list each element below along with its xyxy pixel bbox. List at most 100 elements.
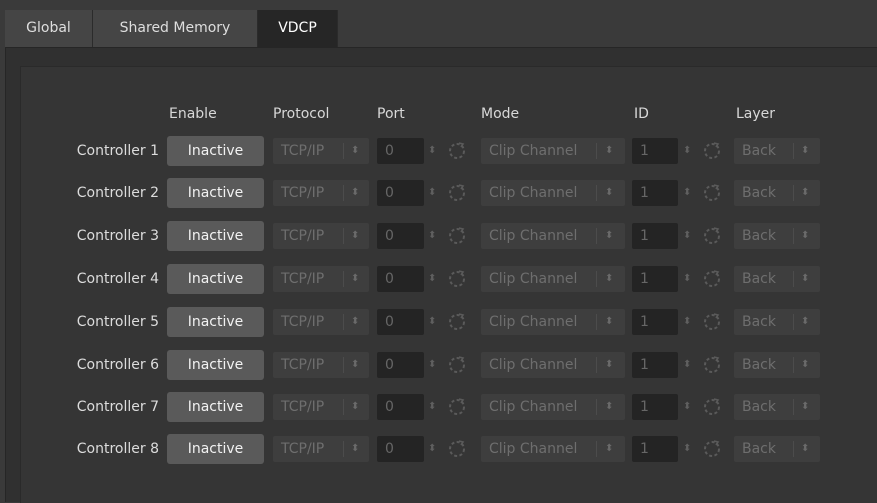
port-input[interactable]: 0 (377, 436, 424, 462)
protocol-combobox[interactable]: TCP/IP ⬍ (273, 266, 369, 292)
port-stepper-icon[interactable]: ⬍ (428, 138, 436, 164)
port-input[interactable]: 0 (377, 266, 424, 292)
enable-button[interactable]: Inactive (167, 136, 264, 166)
id-reset-icon[interactable] (702, 141, 722, 161)
tab-vdcp[interactable]: VDCP (258, 10, 338, 47)
id-reset-icon[interactable] (702, 269, 722, 289)
combo-arrow-icon: ⬍ (605, 359, 614, 370)
id-stepper-icon[interactable]: ⬍ (683, 436, 691, 462)
port-input[interactable]: 0 (377, 309, 424, 335)
protocol-combobox[interactable]: TCP/IP ⬍ (273, 309, 369, 335)
port-input[interactable]: 0 (377, 180, 424, 206)
layer-combobox[interactable]: Back ⬍ (734, 266, 820, 292)
protocol-combobox[interactable]: TCP/IP ⬍ (273, 180, 369, 206)
id-stepper-icon[interactable]: ⬍ (683, 180, 691, 206)
port-reset-icon[interactable] (447, 312, 467, 332)
combo-arrow-icon: ⬍ (351, 316, 360, 327)
id-input[interactable]: 1 (632, 180, 678, 206)
combo-arrow-icon: ⬍ (351, 401, 360, 412)
combo-arrow-icon: ⬍ (351, 187, 360, 198)
mode-value: Clip Channel (489, 399, 578, 415)
id-stepper-icon[interactable]: ⬍ (683, 394, 691, 420)
port-reset-icon[interactable] (447, 226, 467, 246)
port-stepper-icon[interactable]: ⬍ (428, 309, 436, 335)
mode-value: Clip Channel (489, 228, 578, 244)
combo-separator (343, 143, 344, 159)
enable-button[interactable]: Inactive (167, 178, 264, 208)
enable-button[interactable]: Inactive (167, 350, 264, 380)
layer-combobox[interactable]: Back ⬍ (734, 309, 820, 335)
enable-button[interactable]: Inactive (167, 221, 264, 251)
enable-button[interactable]: Inactive (167, 307, 264, 337)
id-reset-icon[interactable] (702, 312, 722, 332)
protocol-combobox[interactable]: TCP/IP ⬍ (273, 352, 369, 378)
id-stepper-icon[interactable]: ⬍ (683, 352, 691, 378)
port-stepper-icon[interactable]: ⬍ (428, 394, 436, 420)
controller-row-6: Controller 6 Inactive TCP/IP ⬍ 0 ⬍ Clip Channe… (0, 350, 877, 380)
port-input[interactable]: 0 (377, 352, 424, 378)
id-input[interactable]: 1 (632, 223, 678, 249)
combo-separator (793, 441, 794, 457)
combo-arrow-icon: ⬍ (351, 273, 360, 284)
mode-combobox[interactable]: Clip Channel ⬍ (481, 138, 625, 164)
mode-combobox[interactable]: Clip Channel ⬍ (481, 394, 625, 420)
port-stepper-icon[interactable]: ⬍ (428, 352, 436, 378)
port-reset-icon[interactable] (447, 269, 467, 289)
protocol-combobox[interactable]: TCP/IP ⬍ (273, 138, 369, 164)
layer-combobox[interactable]: Back ⬍ (734, 223, 820, 249)
port-reset-icon[interactable] (447, 439, 467, 459)
port-input[interactable]: 0 (377, 223, 424, 249)
port-reset-icon[interactable] (447, 183, 467, 203)
layer-combobox[interactable]: Back ⬍ (734, 352, 820, 378)
protocol-combobox[interactable]: TCP/IP ⬍ (273, 223, 369, 249)
enable-button[interactable]: Inactive (167, 392, 264, 422)
layer-combobox[interactable]: Back ⬍ (734, 436, 820, 462)
header-enable: Enable (169, 106, 217, 122)
port-reset-icon[interactable] (447, 141, 467, 161)
combo-arrow-icon: ⬍ (351, 230, 360, 241)
combo-separator (596, 399, 597, 415)
layer-combobox[interactable]: Back ⬍ (734, 138, 820, 164)
port-stepper-icon[interactable]: ⬍ (428, 436, 436, 462)
id-input[interactable]: 1 (632, 138, 678, 164)
port-stepper-icon[interactable]: ⬍ (428, 223, 436, 249)
enable-button[interactable]: Inactive (167, 264, 264, 294)
port-input[interactable]: 0 (377, 394, 424, 420)
combo-separator (596, 314, 597, 330)
protocol-combobox[interactable]: TCP/IP ⬍ (273, 436, 369, 462)
layer-combobox[interactable]: Back ⬍ (734, 394, 820, 420)
header-port: Port (377, 106, 405, 122)
port-reset-icon[interactable] (447, 397, 467, 417)
id-input[interactable]: 1 (632, 394, 678, 420)
id-input[interactable]: 1 (632, 266, 678, 292)
id-reset-icon[interactable] (702, 183, 722, 203)
id-input[interactable]: 1 (632, 436, 678, 462)
id-stepper-icon[interactable]: ⬍ (683, 223, 691, 249)
enable-button[interactable]: Inactive (167, 434, 264, 464)
id-reset-icon[interactable] (702, 439, 722, 459)
id-reset-icon[interactable] (702, 397, 722, 417)
port-input[interactable]: 0 (377, 138, 424, 164)
port-stepper-icon[interactable]: ⬍ (428, 266, 436, 292)
mode-value: Clip Channel (489, 143, 578, 159)
mode-combobox[interactable]: Clip Channel ⬍ (481, 266, 625, 292)
layer-combobox[interactable]: Back ⬍ (734, 180, 820, 206)
id-input[interactable]: 1 (632, 309, 678, 335)
id-reset-icon[interactable] (702, 355, 722, 375)
port-stepper-icon[interactable]: ⬍ (428, 180, 436, 206)
tab-global[interactable]: Global (5, 10, 93, 47)
port-reset-icon[interactable] (447, 355, 467, 375)
tab-bar: Global Shared Memory VDCP (5, 5, 877, 48)
id-input[interactable]: 1 (632, 352, 678, 378)
mode-combobox[interactable]: Clip Channel ⬍ (481, 180, 625, 206)
mode-combobox[interactable]: Clip Channel ⬍ (481, 352, 625, 378)
tab-shared-memory[interactable]: Shared Memory (93, 10, 258, 47)
id-reset-icon[interactable] (702, 226, 722, 246)
id-stepper-icon[interactable]: ⬍ (683, 266, 691, 292)
mode-combobox[interactable]: Clip Channel ⬍ (481, 223, 625, 249)
mode-combobox[interactable]: Clip Channel ⬍ (481, 436, 625, 462)
id-stepper-icon[interactable]: ⬍ (683, 309, 691, 335)
id-stepper-icon[interactable]: ⬍ (683, 138, 691, 164)
mode-combobox[interactable]: Clip Channel ⬍ (481, 309, 625, 335)
protocol-combobox[interactable]: TCP/IP ⬍ (273, 394, 369, 420)
